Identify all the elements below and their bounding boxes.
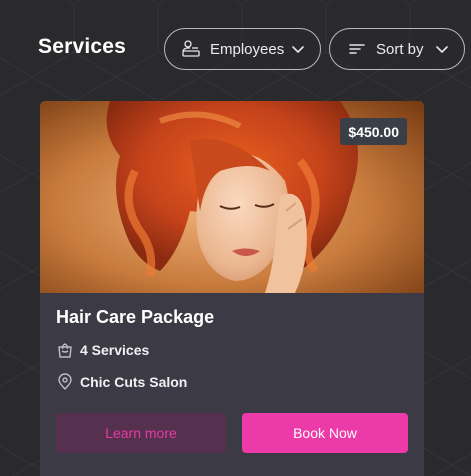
service-card[interactable]: $450.00 Hair Care Package 4 Services Chi… — [40, 101, 424, 476]
services-count-row: 4 Services — [56, 341, 149, 359]
price-badge: $450.00 — [340, 118, 407, 145]
sort-by-label: Sort by — [376, 40, 424, 58]
service-title: Hair Care Package — [56, 307, 215, 327]
services-count: 4 Services — [80, 342, 150, 358]
shopping-bag-icon — [56, 341, 74, 359]
employees-icon — [181, 39, 201, 59]
location-pin-icon — [56, 373, 74, 391]
page-header: Services Employees Sort by — [0, 0, 471, 100]
location-name: Chic Cuts Salon — [80, 374, 188, 390]
chevron-down-icon — [436, 46, 448, 53]
chevron-down-icon — [292, 46, 304, 53]
employees-filter-label: Employees — [210, 40, 285, 58]
page-title: Services — [38, 35, 127, 58]
sort-by-button[interactable]: Sort by — [329, 28, 465, 70]
book-now-button[interactable]: Book Now — [242, 413, 408, 453]
employees-filter-button[interactable]: Employees — [164, 28, 321, 70]
location-row: Chic Cuts Salon — [56, 373, 187, 391]
learn-more-button[interactable]: Learn more — [56, 413, 226, 453]
sort-lines-icon — [347, 39, 367, 59]
